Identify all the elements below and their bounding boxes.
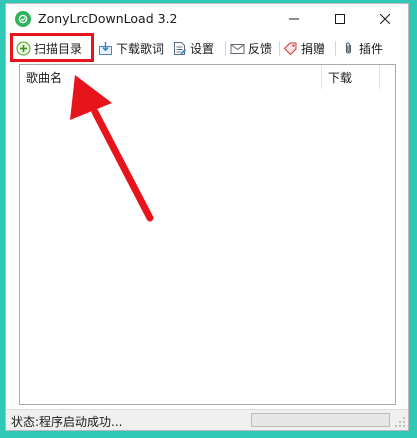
settings-label: 设置 bbox=[190, 41, 215, 56]
minimize-button[interactable] bbox=[272, 4, 316, 34]
column-header-download[interactable]: 下载 bbox=[322, 65, 380, 89]
resize-grip-icon[interactable] bbox=[394, 416, 406, 428]
donate-tag-icon bbox=[283, 41, 298, 56]
feedback-label: 反馈 bbox=[248, 41, 273, 56]
window-title: ZonyLrcDownLoad 3.2 bbox=[38, 11, 178, 26]
song-list[interactable]: 歌曲名 下载 bbox=[19, 64, 396, 405]
plugin-button[interactable]: 插件 bbox=[341, 34, 383, 62]
download-lyrics-icon bbox=[98, 41, 113, 56]
toolbar: 扫描目录 下载歌词 设置 反馈 捐赠 插件 bbox=[6, 34, 408, 62]
settings-icon bbox=[172, 41, 187, 56]
app-logo-icon bbox=[15, 11, 31, 27]
download-lyrics-button[interactable]: 下载歌词 bbox=[98, 34, 164, 62]
status-bar: 状态:程序启动成功... bbox=[6, 409, 408, 430]
plugin-label: 插件 bbox=[359, 41, 384, 56]
close-button[interactable] bbox=[363, 4, 407, 34]
status-text: 状态:程序启动成功... bbox=[11, 415, 123, 429]
list-header: 歌曲名 下载 bbox=[20, 65, 395, 89]
maximize-button[interactable] bbox=[318, 4, 362, 34]
scan-folder-button[interactable]: 扫描目录 bbox=[16, 34, 82, 62]
toolbar-separator bbox=[335, 41, 336, 56]
feedback-button[interactable]: 反馈 bbox=[230, 34, 272, 62]
download-lyrics-label: 下载歌词 bbox=[116, 41, 165, 56]
title-bar[interactable]: ZonyLrcDownLoad 3.2 bbox=[6, 4, 408, 34]
toolbar-separator bbox=[279, 41, 280, 56]
toolbar-separator bbox=[225, 41, 226, 56]
app-window: ZonyLrcDownLoad 3.2 扫描目录 下载歌词 设置 反馈 捐赠 插… bbox=[5, 3, 409, 431]
minimize-icon bbox=[289, 18, 299, 20]
close-icon bbox=[380, 14, 390, 24]
maximize-icon bbox=[335, 14, 345, 24]
progress-bar bbox=[251, 413, 390, 427]
feedback-mail-icon bbox=[230, 41, 245, 56]
donate-label: 捐赠 bbox=[301, 41, 326, 56]
plugin-clip-icon bbox=[341, 41, 356, 56]
scan-folder-label: 扫描目录 bbox=[34, 41, 83, 56]
column-header-song-name[interactable]: 歌曲名 bbox=[20, 65, 322, 89]
donate-button[interactable]: 捐赠 bbox=[283, 34, 325, 62]
scan-folder-icon bbox=[16, 41, 31, 56]
settings-button[interactable]: 设置 bbox=[172, 34, 214, 62]
